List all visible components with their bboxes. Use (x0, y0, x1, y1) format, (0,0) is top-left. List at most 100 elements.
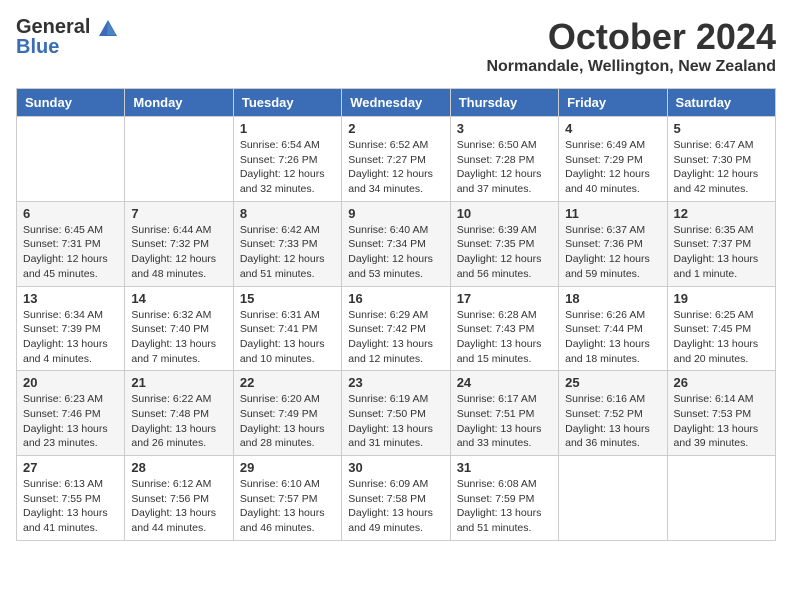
day-info: Sunrise: 6:34 AM Sunset: 7:39 PM Dayligh… (23, 308, 118, 367)
logo-icon (97, 18, 119, 40)
day-number: 16 (348, 291, 443, 306)
calendar-cell: 20 Sunrise: 6:23 AM Sunset: 7:46 PM Dayli… (17, 371, 125, 456)
calendar-cell (559, 456, 667, 541)
day-info: Sunrise: 6:52 AM Sunset: 7:27 PM Dayligh… (348, 138, 443, 197)
day-number: 22 (240, 375, 335, 390)
day-info: Sunrise: 6:22 AM Sunset: 7:48 PM Dayligh… (131, 392, 226, 451)
day-info: Sunrise: 6:44 AM Sunset: 7:32 PM Dayligh… (131, 223, 226, 282)
day-info: Sunrise: 6:28 AM Sunset: 7:43 PM Dayligh… (457, 308, 552, 367)
day-info: Sunrise: 6:50 AM Sunset: 7:28 PM Dayligh… (457, 138, 552, 197)
day-number: 7 (131, 206, 226, 221)
logo-general: General (16, 20, 121, 37)
calendar-cell: 13Sunrise: 6:34 AM Sunset: 7:39 PM Dayli… (17, 286, 125, 371)
calendar-cell: 8Sunrise: 6:42 AM Sunset: 7:33 PM Daylig… (233, 201, 341, 286)
day-info: Sunrise: 6:47 AM Sunset: 7:30 PM Dayligh… (674, 138, 769, 197)
day-number: 23 (348, 375, 443, 390)
day-info: Sunrise: 6:45 AM Sunset: 7:31 PM Dayligh… (23, 223, 118, 282)
calendar-week-row: 13Sunrise: 6:34 AM Sunset: 7:39 PM Dayli… (17, 286, 776, 371)
day-number: 12 (674, 206, 769, 221)
calendar-cell: 26 Sunrise: 6:14 AM Sunset: 7:53 PM Dayli… (667, 371, 775, 456)
day-number: 14 (131, 291, 226, 306)
title-section: October 2024 Normandale, Wellington, New… (486, 16, 776, 76)
calendar-cell: 24 Sunrise: 6:17 AM Sunset: 7:51 PM Dayli… (450, 371, 558, 456)
day-number: 27 (23, 460, 118, 475)
day-number: 5 (674, 121, 769, 136)
day-info: Sunrise: 6:23 AM Sunset: 7:46 PM Dayligh… (23, 392, 118, 451)
calendar-cell (125, 117, 233, 202)
weekday-header: Tuesday (233, 89, 341, 117)
calendar-cell: 1 Sunrise: 6:54 AM Sunset: 7:26 PM Daylig… (233, 117, 341, 202)
day-number: 20 (23, 375, 118, 390)
day-number: 4 (565, 121, 660, 136)
calendar-week-row: 1 Sunrise: 6:54 AM Sunset: 7:26 PM Daylig… (17, 117, 776, 202)
day-info: Sunrise: 6:31 AM Sunset: 7:41 PM Dayligh… (240, 308, 335, 367)
day-number: 21 (131, 375, 226, 390)
calendar-cell: 21 Sunrise: 6:22 AM Sunset: 7:48 PM Dayli… (125, 371, 233, 456)
day-number: 15 (240, 291, 335, 306)
day-info: Sunrise: 6:42 AM Sunset: 7:33 PM Dayligh… (240, 223, 335, 282)
page-header: General Blue October 2024 Normandale, We… (16, 16, 776, 76)
weekday-header: Friday (559, 89, 667, 117)
calendar-cell: 14 Sunrise: 6:32 AM Sunset: 7:40 PM Dayli… (125, 286, 233, 371)
day-info: Sunrise: 6:25 AM Sunset: 7:45 PM Dayligh… (674, 308, 769, 367)
day-info: Sunrise: 6:20 AM Sunset: 7:49 PM Dayligh… (240, 392, 335, 451)
day-info: Sunrise: 6:32 AM Sunset: 7:40 PM Dayligh… (131, 308, 226, 367)
weekday-header: Monday (125, 89, 233, 117)
day-info: Sunrise: 6:14 AM Sunset: 7:53 PM Dayligh… (674, 392, 769, 451)
day-info: Sunrise: 6:16 AM Sunset: 7:52 PM Dayligh… (565, 392, 660, 451)
day-number: 31 (457, 460, 552, 475)
day-info: Sunrise: 6:19 AM Sunset: 7:50 PM Dayligh… (348, 392, 443, 451)
calendar-cell: 19Sunrise: 6:25 AM Sunset: 7:45 PM Dayli… (667, 286, 775, 371)
day-info: Sunrise: 6:09 AM Sunset: 7:58 PM Dayligh… (348, 477, 443, 536)
calendar-cell: 6 Sunrise: 6:45 AM Sunset: 7:31 PM Daylig… (17, 201, 125, 286)
calendar-cell: 11 Sunrise: 6:37 AM Sunset: 7:36 PM Dayli… (559, 201, 667, 286)
day-number: 18 (565, 291, 660, 306)
day-number: 2 (348, 121, 443, 136)
day-number: 3 (457, 121, 552, 136)
weekday-header: Saturday (667, 89, 775, 117)
calendar-week-row: 6 Sunrise: 6:45 AM Sunset: 7:31 PM Daylig… (17, 201, 776, 286)
day-number: 1 (240, 121, 335, 136)
day-info: Sunrise: 6:40 AM Sunset: 7:34 PM Dayligh… (348, 223, 443, 282)
day-number: 6 (23, 206, 118, 221)
day-info: Sunrise: 6:54 AM Sunset: 7:26 PM Dayligh… (240, 138, 335, 197)
day-number: 11 (565, 206, 660, 221)
calendar-cell: 23 Sunrise: 6:19 AM Sunset: 7:50 PM Dayli… (342, 371, 450, 456)
day-info: Sunrise: 6:35 AM Sunset: 7:37 PM Dayligh… (674, 223, 769, 282)
calendar-cell: 3 Sunrise: 6:50 AM Sunset: 7:28 PM Daylig… (450, 117, 558, 202)
calendar-cell: 2 Sunrise: 6:52 AM Sunset: 7:27 PM Daylig… (342, 117, 450, 202)
day-number: 28 (131, 460, 226, 475)
month-title: October 2024 (486, 16, 776, 58)
calendar-cell: 15 Sunrise: 6:31 AM Sunset: 7:41 PM Dayli… (233, 286, 341, 371)
day-number: 26 (674, 375, 769, 390)
calendar-cell: 31 Sunrise: 6:08 AM Sunset: 7:59 PM Dayli… (450, 456, 558, 541)
calendar-header-row: SundayMondayTuesdayWednesdayThursdayFrid… (17, 89, 776, 117)
weekday-header: Wednesday (342, 89, 450, 117)
calendar-cell: 7 Sunrise: 6:44 AM Sunset: 7:32 PM Daylig… (125, 201, 233, 286)
calendar-cell: 10Sunrise: 6:39 AM Sunset: 7:35 PM Dayli… (450, 201, 558, 286)
day-number: 17 (457, 291, 552, 306)
calendar-cell: 30Sunrise: 6:09 AM Sunset: 7:58 PM Dayli… (342, 456, 450, 541)
calendar-cell: 29Sunrise: 6:10 AM Sunset: 7:57 PM Dayli… (233, 456, 341, 541)
calendar-cell: 4 Sunrise: 6:49 AM Sunset: 7:29 PM Daylig… (559, 117, 667, 202)
calendar-cell: 5 Sunrise: 6:47 AM Sunset: 7:30 PM Daylig… (667, 117, 775, 202)
day-info: Sunrise: 6:49 AM Sunset: 7:29 PM Dayligh… (565, 138, 660, 197)
calendar-cell (17, 117, 125, 202)
calendar-cell: 9 Sunrise: 6:40 AM Sunset: 7:34 PM Daylig… (342, 201, 450, 286)
day-number: 24 (457, 375, 552, 390)
day-info: Sunrise: 6:17 AM Sunset: 7:51 PM Dayligh… (457, 392, 552, 451)
calendar-cell: 28Sunrise: 6:12 AM Sunset: 7:56 PM Dayli… (125, 456, 233, 541)
day-info: Sunrise: 6:26 AM Sunset: 7:44 PM Dayligh… (565, 308, 660, 367)
day-info: Sunrise: 6:29 AM Sunset: 7:42 PM Dayligh… (348, 308, 443, 367)
calendar-cell: 17 Sunrise: 6:28 AM Sunset: 7:43 PM Dayli… (450, 286, 558, 371)
calendar-table: SundayMondayTuesdayWednesdayThursdayFrid… (16, 88, 776, 541)
calendar-cell: 27Sunrise: 6:13 AM Sunset: 7:55 PM Dayli… (17, 456, 125, 541)
day-number: 25 (565, 375, 660, 390)
day-number: 29 (240, 460, 335, 475)
location-subtitle: Normandale, Wellington, New Zealand (486, 58, 776, 76)
day-info: Sunrise: 6:08 AM Sunset: 7:59 PM Dayligh… (457, 477, 552, 536)
day-number: 9 (348, 206, 443, 221)
day-info: Sunrise: 6:37 AM Sunset: 7:36 PM Dayligh… (565, 223, 660, 282)
day-info: Sunrise: 6:39 AM Sunset: 7:35 PM Dayligh… (457, 223, 552, 282)
calendar-cell: 22 Sunrise: 6:20 AM Sunset: 7:49 PM Dayli… (233, 371, 341, 456)
